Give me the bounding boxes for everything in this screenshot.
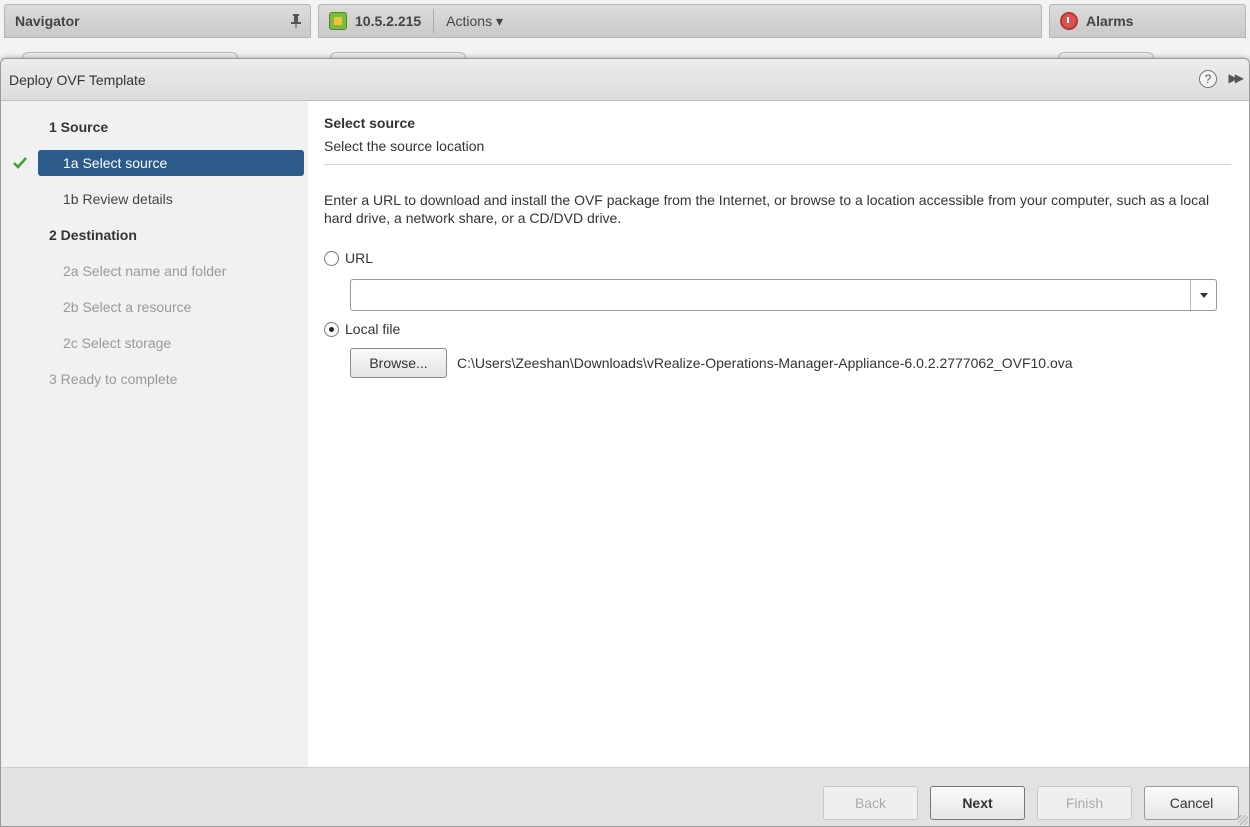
dialog-title: Deploy OVF Template (9, 71, 146, 88)
help-icon[interactable]: ? (1199, 70, 1217, 88)
checkmark-icon (13, 157, 27, 169)
wizard-steps-sidebar: 1 Source 1a Select source 1b Review deta… (1, 101, 308, 767)
wizard-content: Select source Select the source location… (308, 101, 1249, 767)
pin-icon[interactable] (290, 14, 302, 28)
actions-menu[interactable]: Actions ▾ (446, 13, 503, 30)
step-label: 2c Select storage (63, 335, 172, 351)
header-divider (433, 9, 435, 33)
step-source: 1 Source (1, 114, 308, 140)
browse-button[interactable]: Browse... (350, 348, 447, 378)
step-label: 1b Review details (63, 191, 173, 207)
local-file-option-label: Local file (345, 321, 401, 337)
step-select-source[interactable]: 1a Select source (38, 150, 304, 176)
step-label: 1a Select source (63, 155, 168, 171)
alarms-title: Alarms (1086, 13, 1134, 29)
navigator-panel-header: Navigator (4, 4, 311, 38)
dialog-titlebar: Deploy OVF Template ? ▶▶ (1, 59, 1249, 101)
step-label: 2a Select name and folder (63, 263, 227, 279)
local-file-option[interactable]: Local file (324, 321, 400, 337)
alarm-clock-icon (1060, 12, 1078, 30)
step-select-storage: 2c Select storage (1, 330, 308, 356)
divider (324, 164, 1231, 165)
app-topbar: Navigator 10.5.2.215 Actions ▾ Alarms (0, 0, 1250, 64)
next-button[interactable]: Next (930, 786, 1025, 820)
step-destination: 2 Destination (1, 222, 308, 248)
url-option[interactable]: URL (324, 250, 373, 266)
deploy-ovf-dialog: Deploy OVF Template ? ▶▶ 1 Source 1a Sel… (0, 58, 1250, 827)
url-option-label: URL (345, 250, 374, 266)
step-label: 2 Destination (49, 227, 137, 243)
url-radio[interactable] (324, 250, 339, 266)
step-label: 3 Ready to complete (49, 371, 178, 387)
cancel-button[interactable]: Cancel (1144, 786, 1239, 820)
step-label: 1 Source (49, 119, 109, 135)
step-label: 2b Select a resource (63, 299, 192, 315)
alarms-panel-header: Alarms (1049, 4, 1246, 38)
step-ready-to-complete: 3 Ready to complete (1, 366, 308, 392)
back-button[interactable]: Back (823, 786, 918, 820)
step-select-name-folder: 2a Select name and folder (1, 258, 308, 284)
host-icon (329, 12, 347, 30)
wizard-footer: Back Next Finish Cancel (1, 767, 1249, 826)
url-combobox[interactable] (350, 279, 1217, 311)
finish-button[interactable]: Finish (1037, 786, 1132, 820)
host-title: 10.5.2.215 (355, 13, 422, 29)
host-panel-header: 10.5.2.215 Actions ▾ (318, 4, 1042, 38)
instructions-text: Enter a URL to download and install the … (324, 192, 1210, 226)
navigator-title: Navigator (15, 13, 80, 29)
expand-icon[interactable]: ▶▶ (1229, 71, 1245, 85)
selected-file-path: C:\Users\Zeeshan\Downloads\vRealize-Oper… (457, 355, 1073, 371)
section-subtitle: Select the source location (324, 138, 485, 154)
step-select-resource: 2b Select a resource (1, 294, 308, 320)
section-title: Select source (324, 115, 416, 131)
actions-label: Actions (446, 12, 493, 29)
dropdown-arrow-icon[interactable] (1190, 280, 1216, 310)
chevron-down-icon: ▾ (495, 12, 504, 29)
local-file-radio[interactable] (324, 321, 339, 337)
step-review-details[interactable]: 1b Review details (1, 186, 308, 212)
resize-grip-icon[interactable] (1238, 815, 1248, 825)
